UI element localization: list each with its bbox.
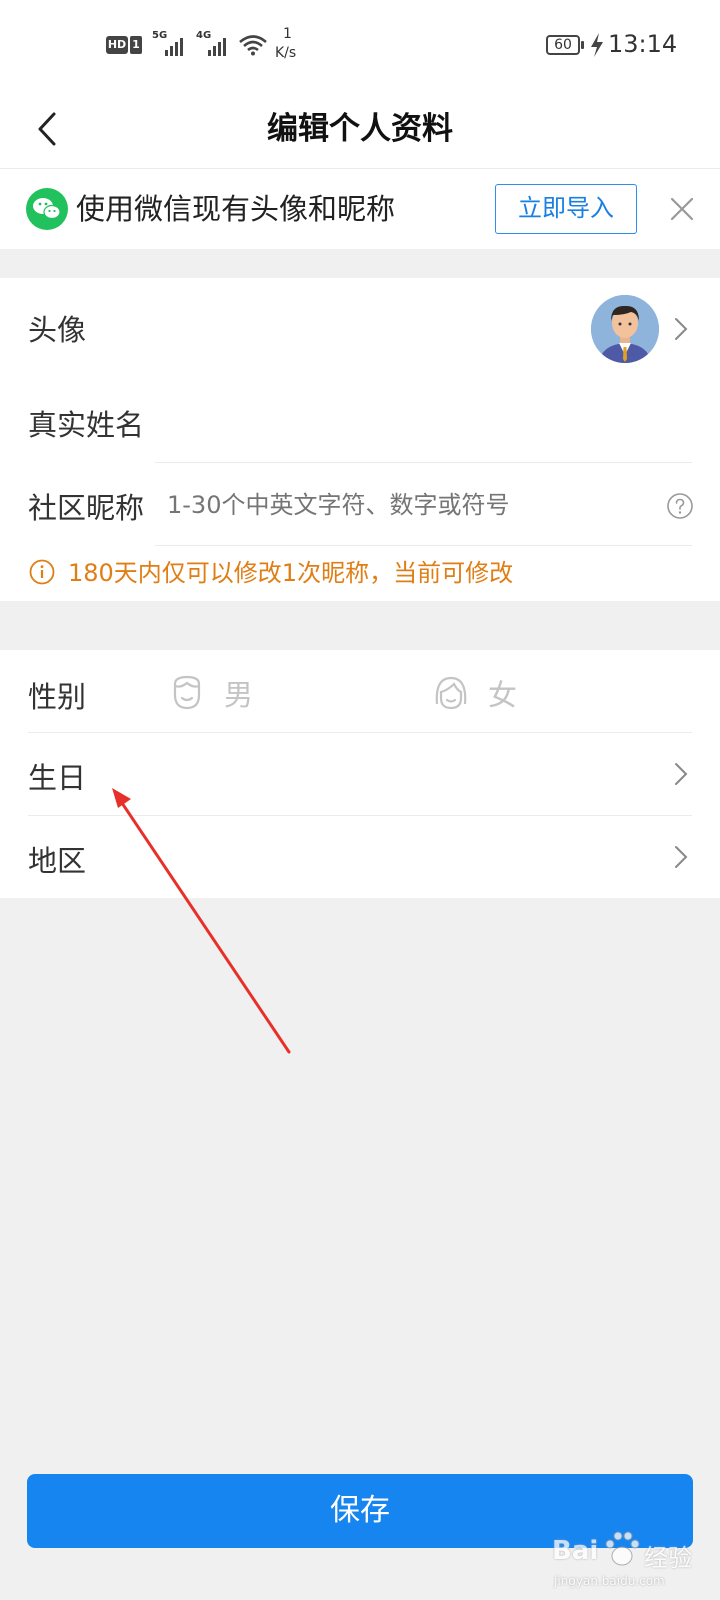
watermark-brand2: 经验: [644, 1544, 692, 1572]
birthday-row[interactable]: 生日: [0, 733, 720, 815]
wifi-icon: [239, 35, 267, 56]
male-label: 男: [224, 678, 254, 712]
info-icon: [29, 559, 55, 585]
real-name-label: 真实姓名: [28, 408, 145, 442]
nickname-notice: 180天内仅可以修改1次昵称，当前可修改: [0, 545, 720, 601]
status-bar: HD 1 5G 4G 1 K/s 60 13:14: [0, 0, 720, 90]
region-label: 地区: [28, 844, 87, 878]
baidu-jingyan-watermark: Bai 经验 jingyan.baidu.com: [550, 1522, 720, 1600]
nickname-notice-text: 180天内仅可以修改1次昵称，当前可修改: [68, 559, 514, 587]
region-chevron-right-icon: [675, 846, 688, 868]
female-face-icon: [435, 676, 467, 710]
avatar[interactable]: [591, 295, 659, 363]
net-speed-unit: K/s: [275, 45, 297, 61]
birthday-label: 生日: [28, 761, 87, 795]
birthday-chevron-right-icon: [675, 763, 688, 785]
gender-option-male[interactable]: 男: [168, 670, 268, 718]
nickname-input[interactable]: [165, 482, 649, 528]
help-icon[interactable]: [666, 492, 694, 520]
clock: 13:14: [608, 30, 678, 58]
hd-badge: HD: [106, 36, 128, 54]
region-row[interactable]: 地区: [0, 816, 720, 898]
sim-badge: 1: [130, 36, 142, 54]
watermark-url: jingyan.baidu.com: [554, 1574, 665, 1588]
nickname-label: 社区昵称: [28, 491, 145, 525]
baidu-paw-icon: [605, 1531, 640, 1566]
watermark-brand: Bai: [552, 1536, 599, 1566]
battery-tip: [581, 41, 584, 49]
wechat-icon: [26, 188, 68, 230]
signal-4g-icon: [208, 38, 226, 56]
charging-icon: [591, 33, 603, 57]
female-label: 女: [488, 678, 518, 712]
wechat-import-banner: 使用微信现有头像和昵称 立即导入: [0, 169, 720, 249]
gender-label: 性别: [28, 680, 87, 714]
male-face-icon: [173, 675, 201, 710]
wechat-banner-text: 使用微信现有头像和昵称: [76, 192, 396, 226]
battery-icon: 60: [546, 35, 580, 55]
battery-level: 60: [554, 37, 572, 53]
avatar-label: 头像: [28, 313, 87, 347]
signal-5g-icon: [165, 38, 183, 56]
import-now-button[interactable]: 立即导入: [495, 184, 637, 234]
page-title: 编辑个人资料: [267, 111, 453, 147]
gender-option-female[interactable]: 女: [432, 670, 532, 718]
close-icon[interactable]: [664, 191, 700, 227]
top-app-bar: 编辑个人资料: [0, 90, 720, 169]
net-speed-value: 1: [283, 26, 292, 42]
real-name-row[interactable]: 真实姓名: [0, 378, 720, 462]
avatar-chevron-right-icon: [675, 318, 688, 340]
